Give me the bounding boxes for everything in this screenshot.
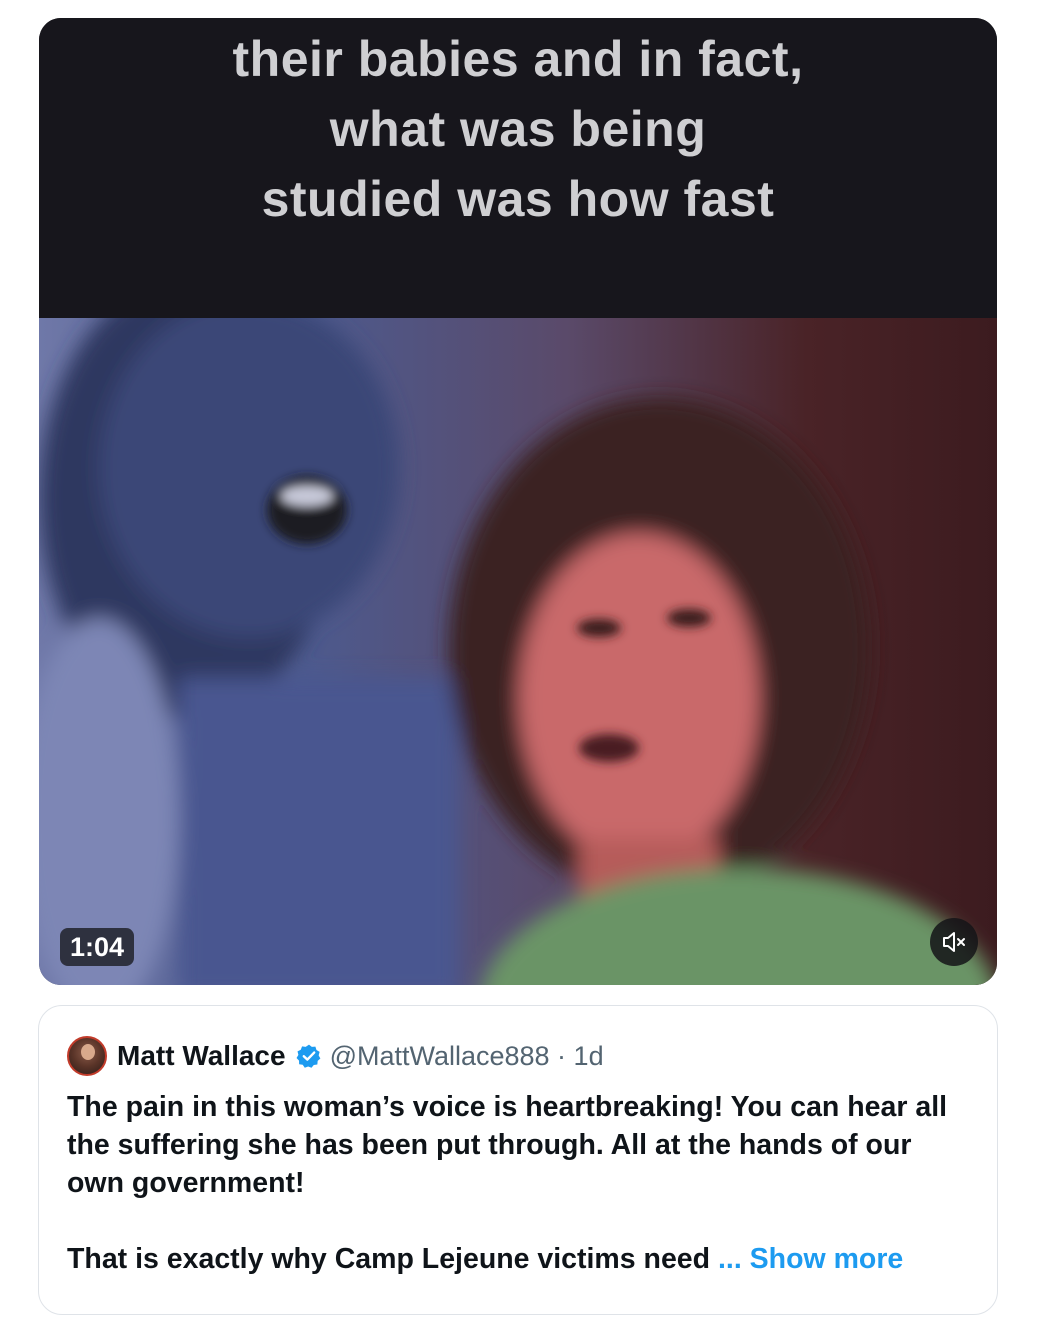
caption-band: their babies and in fact, what was being… <box>39 18 997 318</box>
tweet-paragraph-2: That is exactly why Camp Lejeune victims… <box>67 1240 972 1278</box>
author-name[interactable]: Matt Wallace <box>117 1040 286 1072</box>
quoted-tweet[interactable]: Matt Wallace @MattWallace888 · 1d The pa… <box>38 1005 998 1315</box>
caption-line-2: what was being <box>329 101 707 157</box>
verified-badge-icon <box>296 1044 320 1068</box>
show-more-link[interactable]: Show more <box>750 1243 904 1275</box>
video-player[interactable]: their babies and in fact, what was being… <box>39 18 997 985</box>
tweet-paragraph-2-text: That is exactly why Camp Lejeune victims… <box>67 1243 711 1275</box>
video-frame-image <box>39 318 996 985</box>
author-handle-time[interactable]: @MattWallace888 · 1d <box>330 1041 604 1072</box>
video-duration: 1:04 <box>60 928 135 966</box>
caption-line-1: their babies and in fact, <box>232 31 804 87</box>
quoted-tweet-header: Matt Wallace @MattWallace888 · 1d <box>67 1036 604 1076</box>
speaker-muted-icon <box>943 932 965 952</box>
tweet-paragraph-1: The pain in this woman’s voice is heartb… <box>67 1091 948 1199</box>
ellipsis: ... <box>710 1243 750 1275</box>
quoted-tweet-text: The pain in this woman’s voice is heartb… <box>67 1088 972 1278</box>
caption-line-3: studied was how fast <box>261 171 775 227</box>
video-caption: their babies and in fact, what was being… <box>39 24 997 234</box>
video-frame <box>39 318 997 985</box>
avatar[interactable] <box>67 1036 107 1076</box>
mute-button[interactable] <box>930 918 978 966</box>
